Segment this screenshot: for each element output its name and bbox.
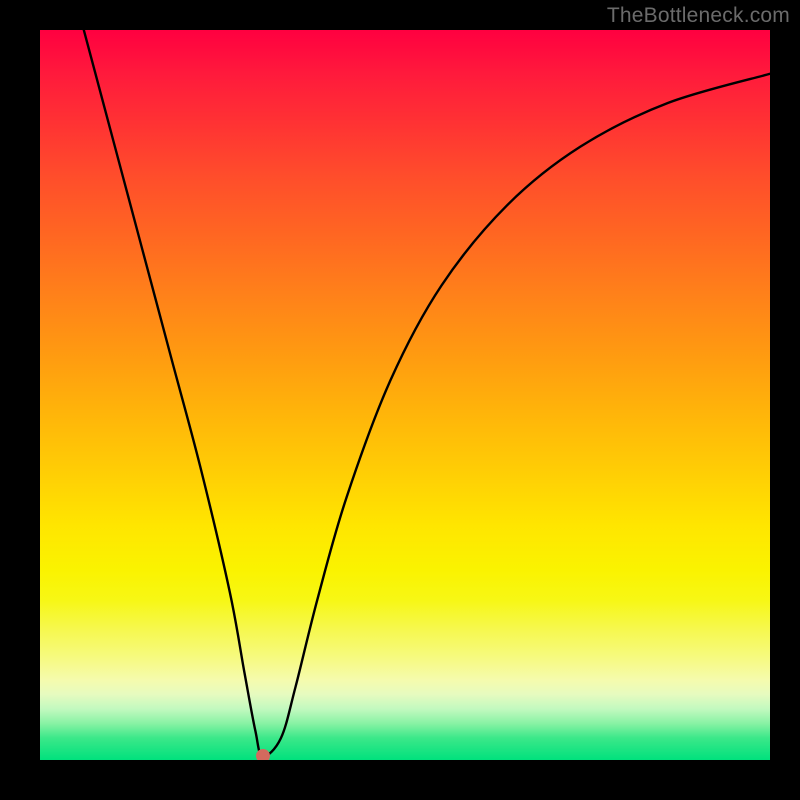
watermark-text: TheBottleneck.com [607,4,790,28]
chart-frame: TheBottleneck.com [0,0,800,800]
curve-layer [40,30,770,760]
optimal-point-marker [256,749,270,760]
plot-area [40,30,770,760]
bottleneck-curve-path [84,30,770,756]
